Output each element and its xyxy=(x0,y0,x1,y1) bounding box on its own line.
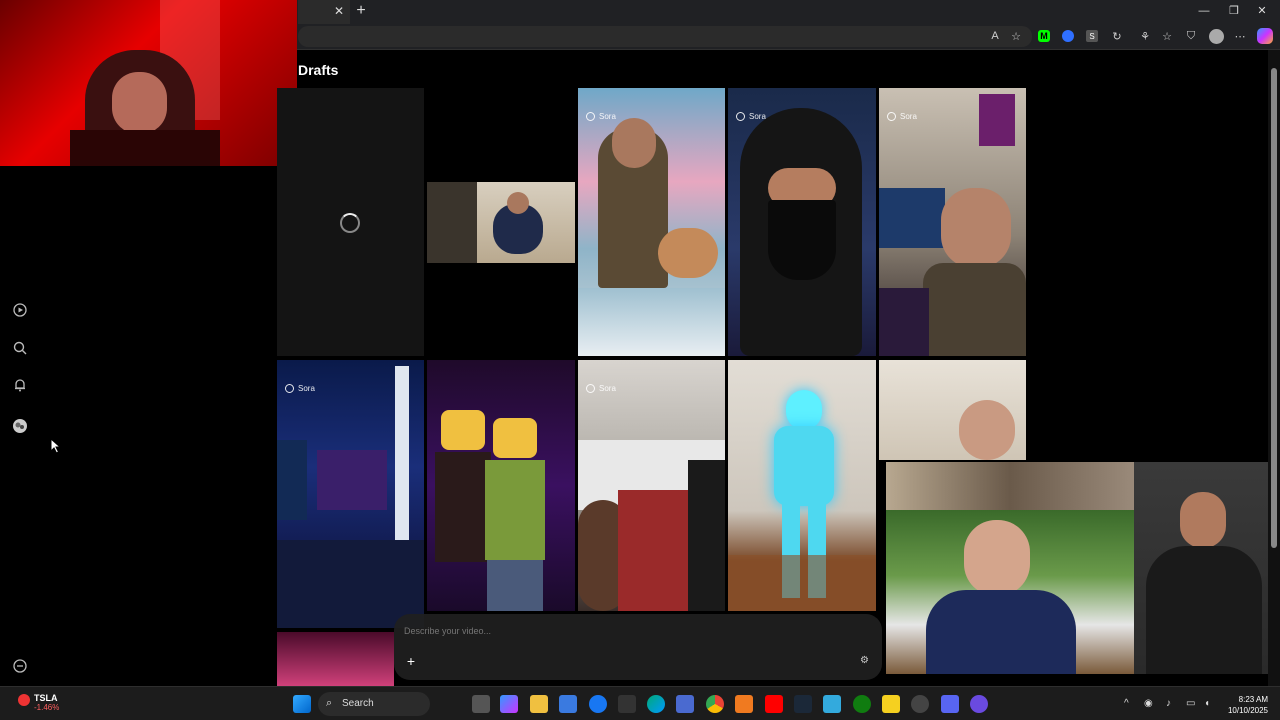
page-scrollbar[interactable] xyxy=(1268,50,1280,686)
sora-badge-label: Sora xyxy=(900,112,917,121)
clock-date: 10/10/2025 xyxy=(1227,706,1268,715)
new-tab-button[interactable]: + xyxy=(352,2,370,20)
vlc-icon[interactable] xyxy=(735,695,753,713)
add-media-button[interactable]: + xyxy=(404,654,418,668)
draft-tile[interactable] xyxy=(427,360,575,611)
refresh-ext-icon[interactable]: ↻ xyxy=(1108,27,1126,45)
sora-logo-icon xyxy=(736,112,745,121)
scrollbar-thumb[interactable] xyxy=(1271,68,1277,548)
favorites-icon[interactable]: ☆ xyxy=(1158,27,1176,45)
extension-m-icon[interactable]: M xyxy=(1035,27,1053,45)
profile-icon[interactable] xyxy=(1207,27,1225,45)
search-icon[interactable] xyxy=(12,340,28,356)
stock-alert-icon xyxy=(18,694,30,706)
extension-icon[interactable]: ⚘ xyxy=(1136,27,1154,45)
xbox-icon[interactable] xyxy=(853,695,871,713)
sora-badge-label: Sora xyxy=(599,384,616,393)
page-title: Drafts xyxy=(298,62,339,78)
steam-icon[interactable] xyxy=(794,695,812,713)
close-window-button[interactable]: ✕ xyxy=(1252,3,1272,19)
draft-tile[interactable] xyxy=(427,182,575,263)
app-circle-icon[interactable] xyxy=(970,695,988,713)
microphone-icon[interactable]: ♪ xyxy=(1166,698,1171,709)
facebook-icon[interactable] xyxy=(589,695,607,713)
draft-tile[interactable] xyxy=(277,632,394,686)
draft-tile[interactable] xyxy=(879,360,1026,460)
video-overlay xyxy=(886,462,1268,674)
file-explorer-icon[interactable] xyxy=(530,695,548,713)
copilot-app-icon[interactable] xyxy=(500,695,518,713)
settings-icon[interactable] xyxy=(12,658,28,674)
taskbar-search[interactable]: ⌕ Search xyxy=(318,692,430,716)
system-clock[interactable]: 8:23 AM 10/10/2025 xyxy=(1228,694,1268,716)
extension-s-icon[interactable]: S xyxy=(1083,27,1101,45)
notifications-icon[interactable] xyxy=(12,377,28,393)
restore-button[interactable]: ❐ xyxy=(1224,3,1244,19)
composer-settings-icon[interactable]: ⚙ xyxy=(860,655,872,667)
app-icon[interactable] xyxy=(823,695,841,713)
prompt-input[interactable] xyxy=(404,626,784,636)
profile-avatar-icon[interactable] xyxy=(12,418,28,434)
tray-app-icon[interactable]: ◉ xyxy=(1144,698,1153,709)
extension-blue-icon[interactable] xyxy=(1059,27,1077,45)
discord-icon[interactable] xyxy=(941,695,959,713)
windows-taskbar: TSLA -1.46% ⌕ Search ^ ◉ ♪ ▭ ◖ 8:23 AM 1… xyxy=(0,686,1280,720)
amazon-icon[interactable] xyxy=(618,695,636,713)
stock-widget[interactable]: TSLA -1.46% xyxy=(18,693,59,712)
draft-tile[interactable]: Sora xyxy=(277,360,424,628)
screen: ✕ + — ❐ ✕ A ☆ M S ↻ ⚘ ☆ ⛉ ⋯ Drafts Sora … xyxy=(0,0,1280,720)
network-icon[interactable]: ▭ xyxy=(1186,698,1195,709)
sora-logo-icon xyxy=(887,112,896,121)
draft-tile[interactable]: Sora xyxy=(578,88,725,356)
start-icon[interactable] xyxy=(293,695,311,713)
draft-tile[interactable]: Sora xyxy=(728,88,876,356)
store-icon[interactable] xyxy=(559,695,577,713)
tray-chevron-icon[interactable]: ^ xyxy=(1124,698,1129,709)
sora-logo-icon xyxy=(586,384,595,393)
minimize-button[interactable]: — xyxy=(1194,3,1214,19)
read-aloud-icon[interactable]: A xyxy=(986,27,1004,45)
draft-tile[interactable] xyxy=(728,360,876,611)
copilot-icon[interactable] xyxy=(1256,27,1274,45)
draft-tile[interactable]: Sora xyxy=(879,88,1026,356)
calculator-icon[interactable] xyxy=(676,695,694,713)
draft-tile[interactable]: Sora xyxy=(578,360,725,611)
more-icon[interactable]: ⋯ xyxy=(1231,27,1249,45)
favorite-star-icon[interactable]: ☆ xyxy=(1007,27,1025,45)
sticky-notes-icon[interactable] xyxy=(882,695,900,713)
webcam-overlay xyxy=(0,0,297,166)
youtube-icon[interactable] xyxy=(765,695,783,713)
settings-app-icon[interactable] xyxy=(911,695,929,713)
loading-spinner-icon xyxy=(340,213,360,233)
stock-change: -1.46% xyxy=(34,703,60,712)
stock-ticker: TSLA xyxy=(34,693,58,703)
sora-logo-icon xyxy=(586,112,595,121)
chrome-icon[interactable] xyxy=(706,695,724,713)
draft-tile-loading[interactable] xyxy=(277,88,424,356)
sora-logo-icon xyxy=(285,384,294,393)
explore-icon[interactable] xyxy=(12,302,28,318)
search-label: Search xyxy=(342,698,374,709)
prompt-composer: + ⚙ xyxy=(394,614,882,680)
address-bar[interactable] xyxy=(298,26,1032,47)
task-view-icon[interactable] xyxy=(472,695,490,713)
sora-badge-label: Sora xyxy=(298,384,315,393)
clock-time: 8:23 AM xyxy=(1238,695,1268,704)
mouse-cursor-icon xyxy=(50,438,62,454)
tab-close-icon[interactable]: ✕ xyxy=(332,4,346,18)
volume-icon[interactable]: ◖ xyxy=(1204,698,1210,709)
edge-icon[interactable] xyxy=(647,695,665,713)
sora-badge-label: Sora xyxy=(599,112,616,121)
browser-essentials-icon[interactable]: ⛉ xyxy=(1182,27,1200,45)
search-icon: ⌕ xyxy=(326,697,333,709)
